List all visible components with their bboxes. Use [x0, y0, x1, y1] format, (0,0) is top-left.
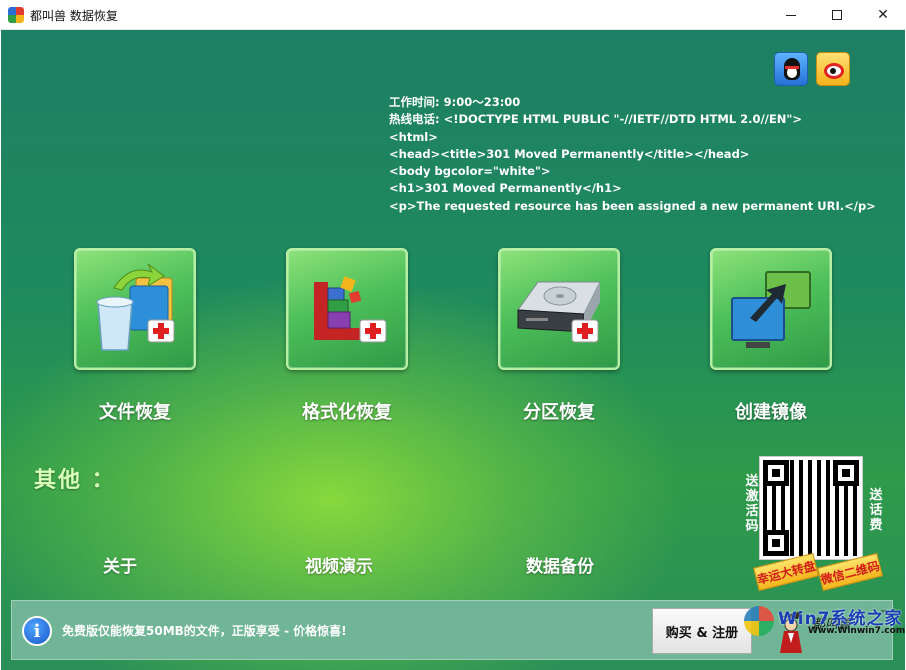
hotline-line: 热线电话: <!DOCTYPE HTML PUBLIC "-//IETF//DT… — [389, 112, 802, 127]
video-demo-link[interactable]: 视频演示 — [305, 552, 373, 577]
maximize-icon — [832, 10, 842, 20]
hotline-line: <p>The requested resource has been assig… — [389, 198, 876, 213]
qq-icon-scarf — [785, 66, 799, 69]
watermark-url: Www.Winwin7.com — [808, 626, 906, 636]
partition-recovery-button[interactable] — [498, 248, 620, 370]
close-button[interactable]: ✕ — [860, 0, 906, 30]
promo-qr-panel[interactable]: 送激活码 送话费 幸运大转盘 微信二维码 — [745, 456, 885, 592]
minimize-button[interactable] — [768, 0, 814, 30]
promo-left-text: 送激活码 — [745, 474, 759, 534]
minimize-icon — [786, 14, 796, 16]
hotline-line: <head><title>301 Moved Permanently</titl… — [389, 146, 750, 161]
file-recovery-icon — [96, 263, 175, 351]
app-icon — [8, 7, 24, 23]
format-recovery-button[interactable] — [286, 248, 408, 370]
create-image-icon — [731, 271, 811, 348]
title-bar: 都叫兽 数据恢复 ✕ — [0, 0, 906, 30]
format-recovery-icon — [314, 276, 387, 343]
qr-finder — [833, 460, 859, 486]
weibo-icon-pupil — [830, 68, 836, 74]
buy-register-button[interactable]: 购买 & 注册 — [652, 608, 752, 654]
qq-button[interactable] — [774, 52, 808, 86]
qr-finder — [763, 530, 789, 556]
promo-right-text: 送话费 — [869, 488, 883, 533]
file-recovery-label[interactable]: 文件恢复 — [50, 398, 220, 424]
hotline-line: <h1>301 Moved Permanently</h1> — [389, 181, 622, 196]
watermark: Win7系统之家 Www.Winwin7.com — [738, 604, 906, 640]
partition-recovery-icon — [517, 281, 601, 343]
hotline-line: <body bgcolor="white"> — [389, 164, 551, 179]
create-image-button[interactable] — [710, 248, 832, 370]
partition-recovery-label[interactable]: 分区恢复 — [474, 398, 644, 424]
free-version-notice: 免费版仅能恢复50MB的文件，正版享受 - 价格惊喜! — [62, 624, 347, 638]
data-backup-link[interactable]: 数据备份 — [526, 552, 594, 577]
other-heading: 其他 ： — [34, 468, 116, 493]
qr-finder — [763, 460, 789, 486]
file-recovery-button[interactable] — [74, 248, 196, 370]
window-title: 都叫兽 数据恢复 — [30, 9, 118, 23]
maximize-button[interactable] — [814, 0, 860, 30]
main-panel: 工作时间: 9:00～23:00 热线电话: <!DOCTYPE HTML PUB… — [1, 30, 905, 670]
hotline-line: <html> — [389, 129, 438, 144]
windows-logo-icon — [744, 606, 774, 636]
create-image-label[interactable]: 创建镜像 — [686, 398, 856, 424]
info-icon: i — [22, 616, 52, 646]
work-hours: 工作时间: 9:00～23:00 — [389, 95, 521, 109]
weibo-button[interactable] — [816, 52, 850, 86]
about-link[interactable]: 关于 — [103, 552, 137, 577]
format-recovery-label[interactable]: 格式化恢复 — [262, 398, 432, 424]
contact-info: 工作时间: 9:00～23:00 热线电话: <!DOCTYPE HTML PUB… — [389, 94, 876, 215]
